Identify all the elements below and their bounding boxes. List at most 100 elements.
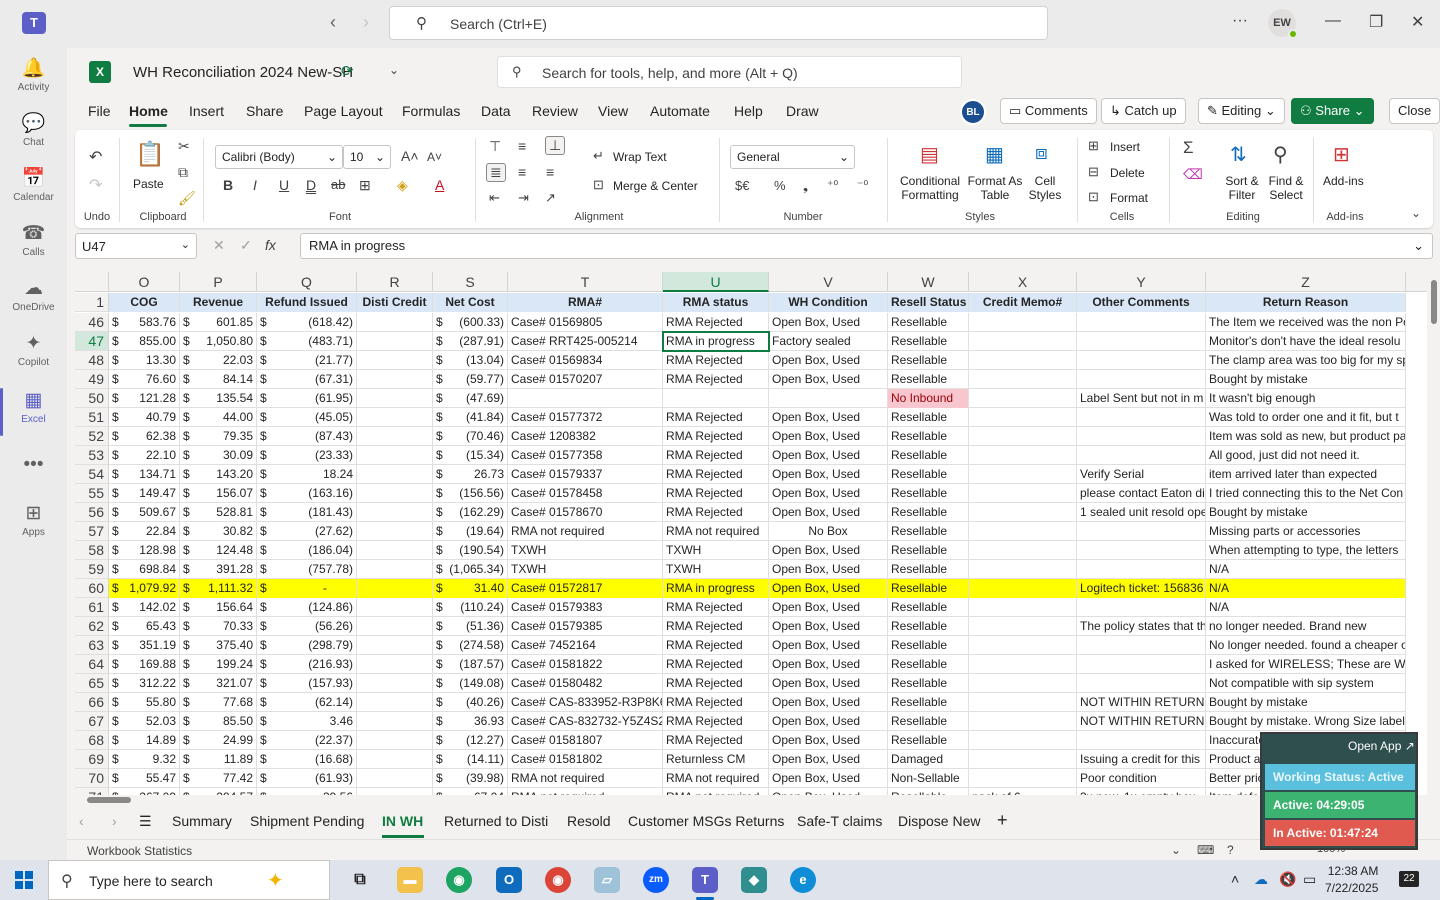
cell-s[interactable]: $ (40.26) (433, 693, 508, 712)
column-header-x[interactable]: X (969, 272, 1077, 292)
cell-x[interactable] (969, 351, 1077, 370)
delete-cells-button[interactable]: Delete (1110, 166, 1145, 180)
cell-z[interactable]: I asked for WIRELESS; These are WIR (1206, 655, 1406, 674)
user-avatar[interactable]: EW (1268, 9, 1298, 39)
row-header[interactable]: 1 (75, 293, 109, 312)
row-header[interactable]: 68 (75, 731, 109, 750)
cell-z[interactable]: no longer needed. Brand new (1206, 617, 1406, 636)
chrome-icon[interactable]: ◉ (446, 867, 472, 893)
cell-w[interactable]: Resellable (888, 788, 969, 795)
table-header-cell[interactable]: Revenue (180, 293, 257, 312)
cell-u[interactable]: RMA not required (663, 788, 769, 795)
cell-z[interactable]: Bought by mistake. Wrong Size labels (1206, 712, 1406, 731)
cell-w[interactable]: Non-Sellable (888, 769, 969, 788)
row-header[interactable]: 57 (75, 522, 109, 541)
cell-y[interactable]: 1 sealed unit resold ope (1077, 503, 1206, 522)
cell-p[interactable]: $601.85 (180, 313, 257, 332)
cell-z[interactable]: N/A (1206, 598, 1406, 617)
column-header-r[interactable]: R (357, 272, 433, 292)
row-header[interactable]: 51 (75, 408, 109, 427)
cell-s[interactable]: $ (14.11) (433, 750, 508, 769)
edge-icon[interactable]: e (790, 867, 816, 893)
cell-x[interactable] (969, 332, 1077, 351)
cell-r[interactable] (357, 427, 433, 446)
cell-s[interactable]: $ (41.84) (433, 408, 508, 427)
cell-p[interactable]: $391.28 (180, 560, 257, 579)
cell-q[interactable]: $ (61.95) (257, 389, 357, 408)
cell-q[interactable]: $ (21.77) (257, 351, 357, 370)
cell-u[interactable]: Returnless CM (663, 750, 769, 769)
vertical-scrollbar[interactable] (1428, 264, 1440, 796)
cell-r[interactable] (357, 351, 433, 370)
cell-x[interactable] (969, 408, 1077, 427)
paste-button[interactable]: Paste (133, 177, 164, 191)
row-header[interactable]: 63 (75, 636, 109, 655)
cell-r[interactable] (357, 788, 433, 795)
cell-q[interactable]: $ (16.68) (257, 750, 357, 769)
italic-icon[interactable]: I (253, 177, 257, 193)
cell-z[interactable]: Not compatible with sip system (1206, 674, 1406, 693)
cell-s[interactable]: $ (1,065.34) (433, 560, 508, 579)
cell-x[interactable] (969, 617, 1077, 636)
cell-z[interactable]: Item was sold as new, but product pa (1206, 427, 1406, 446)
teams-search-bar[interactable]: ⚲ Search (Ctrl+E) (389, 6, 1048, 40)
cell-z[interactable]: Bought by mistake (1206, 370, 1406, 389)
cell-r[interactable] (357, 408, 433, 427)
notifications-icon[interactable]: 22 (1399, 871, 1419, 887)
cell-t[interactable]: Case# 01579385 (508, 617, 663, 636)
cell-p[interactable]: $79.35 (180, 427, 257, 446)
more-options-icon[interactable]: ··· (1232, 12, 1248, 30)
cell-s[interactable]: $ (70.46) (433, 427, 508, 446)
menu-file[interactable]: File (88, 103, 111, 119)
rail-item-onedrive[interactable]: ☁ OneDrive (0, 276, 67, 313)
cell-s[interactable]: $26.73 (433, 465, 508, 484)
cell-v[interactable]: Open Box, Used (769, 617, 888, 636)
table-header-cell[interactable]: WH Condition (769, 293, 888, 312)
cell-w[interactable]: Resellable (888, 693, 969, 712)
cell-r[interactable] (357, 370, 433, 389)
cell-s[interactable]: $ (110.24) (433, 598, 508, 617)
task-view-icon[interactable]: ⧉ (347, 867, 373, 893)
cell-o[interactable]: $142.02 (109, 598, 180, 617)
font-size-select[interactable]: 10 ⌄ (343, 145, 391, 169)
cell-v[interactable]: Open Box, Used (769, 750, 888, 769)
cell-p[interactable]: $124.48 (180, 541, 257, 560)
cell-v[interactable]: Open Box, Used (769, 655, 888, 674)
cell-q[interactable]: $ (23.33) (257, 446, 357, 465)
cell-z[interactable]: It wasn't big enough (1206, 389, 1406, 408)
cell-p[interactable]: $85.50 (180, 712, 257, 731)
cell-p[interactable]: $11.89 (180, 750, 257, 769)
cell-y[interactable] (1077, 370, 1206, 389)
cell-t[interactable]: Case# 01580482 (508, 674, 663, 693)
row-header[interactable]: 61 (75, 598, 109, 617)
font-color-icon[interactable]: A (435, 177, 444, 193)
cell-z[interactable]: N/A (1206, 560, 1406, 579)
row-header[interactable]: 53 (75, 446, 109, 465)
cell-p[interactable]: $84.14 (180, 370, 257, 389)
cell-w[interactable]: Damaged (888, 750, 969, 769)
cell-v[interactable]: Open Box, Used (769, 598, 888, 617)
cell-y[interactable] (1077, 408, 1206, 427)
column-header-q[interactable]: Q (257, 272, 357, 292)
double-underline-icon[interactable]: D (306, 177, 316, 193)
cell-s[interactable]: $67.04 (433, 788, 508, 795)
cell-s[interactable]: $ (190.54) (433, 541, 508, 560)
cell-x[interactable] (969, 674, 1077, 693)
merge-center-button[interactable]: Merge & Center (613, 179, 698, 193)
windows-start-icon[interactable] (15, 871, 33, 889)
show-hidden-icons[interactable]: ˄ (1231, 871, 1239, 887)
spreadsheet-grid[interactable]: OPQRSTUVWXYZ 1 COG Revenue Refund Issued Dis… (75, 272, 1427, 795)
cell-u[interactable]: RMA Rejected (663, 408, 769, 427)
cell-v[interactable]: Open Box, Used (769, 769, 888, 788)
cell-s[interactable]: $ (19.64) (433, 522, 508, 541)
cell-r[interactable] (357, 731, 433, 750)
cell-s[interactable]: $ (156.56) (433, 484, 508, 503)
cell-t[interactable]: Case# RRT425-005214 (508, 332, 663, 351)
minimize-icon[interactable]: — (1325, 12, 1341, 30)
cell-q[interactable]: $ (27.62) (257, 522, 357, 541)
cell-x[interactable] (969, 313, 1077, 332)
cell-w[interactable]: Resellable (888, 712, 969, 731)
row-header[interactable]: 48 (75, 351, 109, 370)
table-header-cell[interactable]: Return Reason (1206, 293, 1406, 312)
wrap-text-button[interactable]: Wrap Text (613, 150, 667, 164)
